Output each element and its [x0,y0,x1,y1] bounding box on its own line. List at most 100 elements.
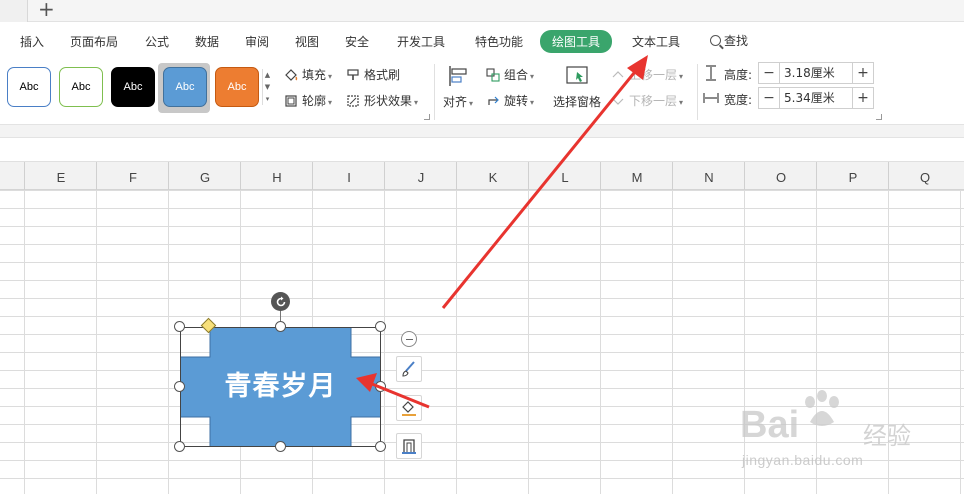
format-painter-button[interactable]: 格式刷 [346,66,400,83]
dropdown-caret-icon: ▾ [469,99,474,108]
resize-handle-left[interactable] [174,381,185,392]
shape-text[interactable]: 青春岁月 [180,364,381,403]
shape-style-1[interactable]: Abc [7,67,51,107]
shape-style-4[interactable]: Abc [163,67,207,107]
selection-pane-label: 选择窗格 [552,95,601,109]
column-divider[interactable] [456,162,457,190]
column-header-f[interactable]: F [123,170,143,185]
resize-handle-top-right[interactable] [375,321,386,332]
quick-style-button[interactable] [396,356,422,382]
resize-handle-right[interactable] [375,381,386,392]
column-divider[interactable] [384,162,385,190]
outline-icon [402,439,416,454]
selection-pane-button[interactable]: 选择窗格 [552,64,602,110]
resize-handle-bottom-left[interactable] [174,441,185,452]
resize-handle-bottom-right[interactable] [375,441,386,452]
dropdown-caret-icon: ▾ [679,72,684,81]
column-header-i[interactable]: I [339,170,359,185]
menu-text-tools[interactable]: 文本工具 [632,33,680,50]
group-label: 组合 [504,68,529,82]
menu-security[interactable]: 安全 [345,33,369,50]
menu-data[interactable]: 数据 [195,33,219,50]
column-divider[interactable] [888,162,889,190]
bring-forward-button[interactable]: 上移一层 ▾ [611,66,683,83]
collapse-toolbar-button[interactable] [401,331,417,347]
width-input[interactable]: 5.34厘米 [779,88,853,108]
column-header-l[interactable]: L [555,170,575,185]
width-increase-button[interactable]: + [853,88,873,108]
column-divider[interactable] [240,162,241,190]
selection-pane-icon [566,66,588,84]
new-tab-button[interactable]: + [38,0,55,19]
menu-view[interactable]: 视图 [295,33,319,50]
shape-style-2[interactable]: Abc [59,67,103,107]
menu-developer-tools[interactable]: 开发工具 [397,33,445,50]
chevron-up-icon: ▲ [264,71,271,79]
column-header-m[interactable]: M [627,170,647,185]
baidu-paw-icon [805,390,839,426]
dropdown-caret-icon: ▾ [679,98,684,107]
document-tab[interactable] [0,0,28,22]
dialog-launcher-icon[interactable] [876,114,882,120]
menu-drawing-tools[interactable]: 绘图工具 [540,30,613,53]
menu-bar: 插入 页面布局 公式 数据 审阅 视图 安全 开发工具 特色功能 绘图工具 文本… [0,22,964,60]
rotate-handle[interactable] [271,292,290,311]
height-input[interactable]: 3.18厘米 [779,63,853,83]
height-increase-button[interactable]: + [853,63,873,83]
column-divider[interactable] [312,162,313,190]
column-divider[interactable] [168,162,169,190]
column-divider[interactable] [24,162,25,190]
cell-grid[interactable] [0,190,964,494]
column-header-h[interactable]: H [267,170,287,185]
menu-formulas[interactable]: 公式 [145,33,169,50]
fill-label: 填充 [302,68,327,82]
search-icon [710,35,721,46]
dialog-launcher-icon[interactable] [424,114,430,120]
shape-effects-button[interactable]: 形状效果 ▾ [346,92,418,109]
style-gallery-more[interactable]: ▲ ▼ ▾ [262,69,272,105]
width-decrease-button[interactable]: − [759,88,779,108]
resize-handle-top-left[interactable] [174,321,185,332]
quick-outline-button[interactable] [396,433,422,459]
column-divider[interactable] [744,162,745,190]
align-button[interactable]: 对齐 ▾ [443,64,473,110]
column-divider[interactable] [672,162,673,190]
height-decrease-button[interactable]: − [759,63,779,83]
height-stepper[interactable]: − 3.18厘米 + [758,62,874,84]
search-command[interactable]: 查找 [710,32,748,49]
send-backward-button[interactable]: 下移一层 ▾ [611,92,683,109]
resize-handle-top[interactable] [275,321,286,332]
column-header-q[interactable]: Q [915,170,935,185]
resize-handle-bottom[interactable] [275,441,286,452]
column-divider[interactable] [816,162,817,190]
search-label: 查找 [724,34,749,48]
menu-page-layout[interactable]: 页面布局 [70,33,118,50]
column-divider[interactable] [528,162,529,190]
quick-fill-button[interactable] [396,395,422,421]
menu-insert[interactable]: 插入 [20,33,44,50]
ribbon-separator [697,64,698,120]
column-header-j[interactable]: J [411,170,431,185]
height-icon [706,65,716,81]
shape-style-3[interactable]: Abc [111,67,155,107]
height-label: 高度: [724,68,753,82]
group-button[interactable]: 组合 ▾ [486,66,534,83]
column-header-g[interactable]: G [195,170,215,185]
shape-style-5[interactable]: Abc [215,67,259,107]
spreadsheet-window: + 插入 页面布局 公式 数据 审阅 视图 安全 开发工具 特色功能 绘图工具 … [0,0,964,494]
column-header-o[interactable]: O [771,170,791,185]
column-header-n[interactable]: N [699,170,719,185]
outline-button[interactable]: 轮廓 ▾ [284,92,332,109]
chevron-down-icon: ▼ [264,83,271,91]
document-tab-strip: + [0,0,964,22]
menu-special-features[interactable]: 特色功能 [475,33,523,50]
width-stepper[interactable]: − 5.34厘米 + [758,87,874,109]
rotate-button[interactable]: 旋转 ▾ [486,92,534,109]
fill-button[interactable]: 填充 ▾ [284,66,332,83]
column-divider[interactable] [96,162,97,190]
column-header-e[interactable]: E [51,170,71,185]
menu-review[interactable]: 审阅 [245,33,269,50]
column-divider[interactable] [600,162,601,190]
column-header-p[interactable]: P [843,170,863,185]
column-header-k[interactable]: K [483,170,503,185]
